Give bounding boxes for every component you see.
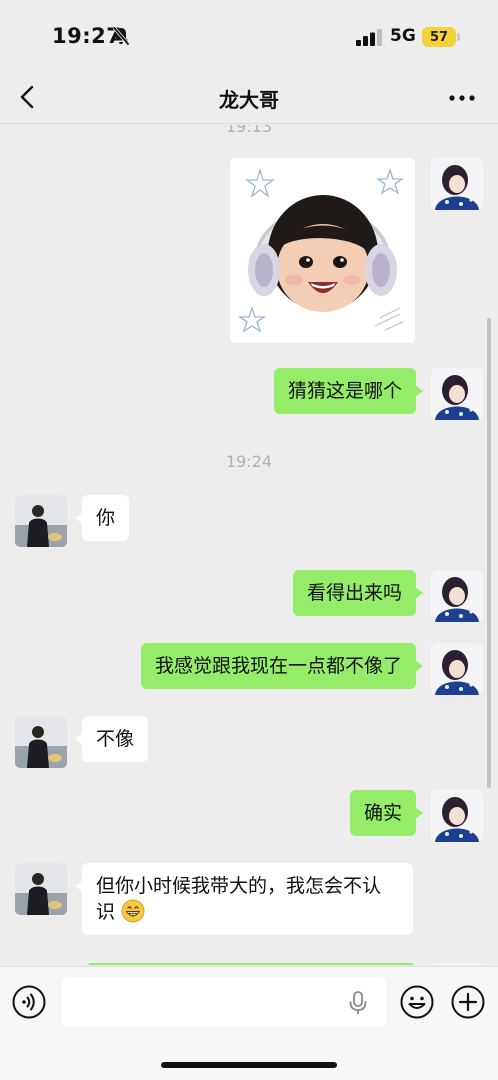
message-bubble-received[interactable]: 你 [74,495,130,541]
message-text: 确实 [363,802,402,824]
message-bubble-received[interactable]: 但你小时候我带大的，我怎会不认识 [75,863,413,935]
toddler-headphones-sticker [230,158,415,343]
my-avatar[interactable] [431,963,483,965]
more-dots-icon[interactable] [448,94,476,102]
my-avatar[interactable] [431,790,483,842]
anime-girl-avatar-image [431,790,483,842]
my-avatar[interactable] [431,570,483,622]
man-photo-avatar-image [15,495,67,547]
my-avatar[interactable] [431,643,483,695]
input-bar [0,966,498,1080]
home-indicator[interactable] [161,1062,337,1068]
message-text: 看得出来吗 [306,582,402,604]
my-avatar[interactable] [431,368,483,420]
message-bubble-sent[interactable]: 我感觉跟我现在一点都不像了 [140,643,424,689]
bell-slash-icon [112,26,130,46]
battery-level: 57 [429,29,449,45]
message-input[interactable] [62,977,386,1027]
man-photo-avatar-image [15,863,67,915]
message-text: 我感觉跟我现在一点都不像了 [154,655,402,677]
message-text: 不像 [96,728,135,750]
message-bubble-sent[interactable]: 确实 [349,790,424,836]
anime-girl-avatar-image [431,368,483,420]
timestamp: 19:24 [225,452,273,471]
message-bubble-received[interactable]: 不像 [74,716,149,762]
my-avatar[interactable] [431,158,483,210]
man-photo-avatar-image [15,716,67,768]
message-text: 你 [96,507,116,529]
message-bubble-sent[interactable]: 猜猜这是哪个 [273,368,424,414]
voice-icon[interactable] [12,985,46,1019]
emoji-icon[interactable] [400,985,434,1019]
status-time: 19:27 [52,24,122,48]
grinning-emoji-icon [121,899,145,923]
anime-girl-avatar-image [431,158,483,210]
signal-icon [356,29,382,46]
battery-indicator: 57 [422,27,456,47]
status-bar: 19:27 5G 57 [0,0,498,72]
battery-tip [457,33,460,41]
network-label: 5G [390,26,416,46]
chat-area[interactable]: 19:13 猜猜这是哪个 19:24 你 看得出来吗 我感觉跟我现在一点都不像了… [0,125,498,965]
contact-avatar[interactable] [15,863,67,915]
anime-girl-avatar-image [431,570,483,622]
message-bubble-sent[interactable]: 看得出来吗 [292,570,424,616]
message-bubble-sent-partial[interactable] [86,963,416,965]
anime-girl-avatar-image [431,963,483,965]
mic-icon[interactable] [348,991,368,1015]
plus-circle-icon[interactable] [451,985,485,1019]
timestamp: 19:13 [225,125,273,136]
nav-bar: 龙大哥 [0,72,498,124]
anime-girl-avatar-image [431,643,483,695]
chat-title: 龙大哥 [219,88,279,112]
scrollbar[interactable] [487,318,491,788]
message-text: 猜猜这是哪个 [287,380,402,402]
sticker-image[interactable] [230,158,415,343]
contact-avatar[interactable] [15,716,67,768]
contact-avatar[interactable] [15,495,67,547]
